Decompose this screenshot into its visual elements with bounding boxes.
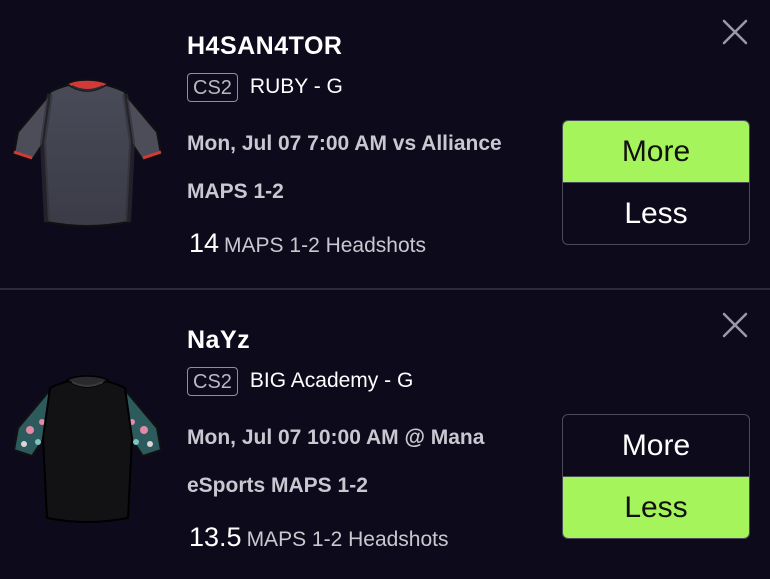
match-line-1: Mon, Jul 07 7:00 AM vs Alliance — [187, 132, 502, 155]
stat-label: MAPS 1-2 Headshots — [246, 528, 449, 551]
match-info: Mon, Jul 07 7:00 AM vs Alliance MAPS 1-2 — [187, 120, 547, 216]
close-icon[interactable] — [720, 17, 750, 47]
close-icon[interactable] — [720, 310, 750, 340]
game-team-row: CS2 RUBY - G — [187, 71, 343, 103]
projection-stat: 13.5 MAPS 1-2 Headshots — [189, 522, 449, 553]
jersey-icon — [10, 72, 165, 232]
more-less-toggle: More Less — [562, 120, 750, 245]
match-line-2: MAPS 1-2 — [187, 180, 284, 203]
less-button[interactable]: Less — [563, 477, 749, 538]
more-less-toggle: More Less — [562, 414, 750, 539]
stat-label: MAPS 1-2 Headshots — [224, 234, 426, 257]
team-label: RUBY - G — [249, 75, 343, 98]
player-name: H4SAN4TOR — [187, 32, 343, 60]
player-card: NaYz CS2 BIG Academy - G Mon, Jul 07 10:… — [0, 290, 770, 579]
game-badge: CS2 — [187, 366, 238, 396]
player-card: H4SAN4TOR CS2 RUBY - G Mon, Jul 07 7:00 … — [0, 0, 770, 289]
more-button[interactable]: More — [563, 121, 749, 182]
stat-value: 14 — [189, 228, 220, 258]
match-line-2: eSports MAPS 1-2 — [187, 474, 368, 497]
less-button[interactable]: Less — [563, 183, 749, 244]
match-info: Mon, Jul 07 10:00 AM @ Mana eSports MAPS… — [187, 414, 547, 510]
game-team-row: CS2 BIG Academy - G — [187, 365, 413, 397]
projection-stat: 14 MAPS 1-2 Headshots — [189, 228, 426, 259]
team-label: BIG Academy - G — [249, 369, 414, 392]
match-line-1: Mon, Jul 07 10:00 AM @ Mana — [187, 426, 485, 449]
jersey-icon — [10, 368, 165, 528]
game-badge: CS2 — [187, 72, 238, 102]
more-button[interactable]: More — [563, 415, 749, 476]
player-name: NaYz — [187, 326, 251, 354]
stat-value: 13.5 — [189, 522, 242, 552]
